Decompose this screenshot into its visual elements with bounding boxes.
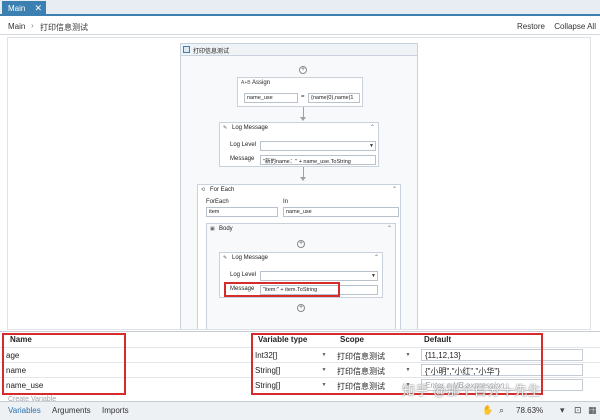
workflow-canvas[interactable]: 打印信息测试 + A+B Assign name_use = {name(0),… (7, 37, 591, 330)
pan-hand-icon[interactable]: ✋ (482, 405, 493, 416)
highlight-box (224, 282, 340, 297)
breadcrumb-item-current[interactable]: 打印信息测试 (40, 22, 88, 33)
collapse-icon[interactable]: ⌃ (370, 124, 375, 131)
assign-icon: A+B (241, 80, 251, 86)
body-log-message-header: ✎ Log Message ⌃ (220, 253, 382, 265)
assign-header: A+B Assign (238, 78, 362, 90)
log-message-header: ✎ Log Message ⌃ (220, 123, 378, 135)
sequence-activity[interactable]: 打印信息测试 + A+B Assign name_use = {name(0),… (180, 43, 418, 329)
assign-to-field[interactable]: name_use (244, 93, 298, 103)
assign-activity[interactable]: A+B Assign name_use = {name(0),name(1 (237, 77, 363, 107)
chevron-down-icon: ▼ (369, 143, 374, 149)
foreach-in-field[interactable]: name_use (283, 207, 399, 217)
tab-imports[interactable]: Imports (102, 406, 129, 415)
sequence-header: 打印信息测试 (181, 44, 417, 56)
foreach-item-field[interactable]: item (206, 207, 278, 217)
chevron-down-icon[interactable]: ▾ (560, 405, 565, 416)
connector-arrow-icon (300, 117, 306, 121)
assign-equals-sign: = (301, 94, 305, 100)
body-log-message-title: Log Message (232, 255, 269, 261)
add-activity-plus-icon[interactable]: + (299, 66, 307, 74)
assign-title: Assign (252, 80, 271, 86)
log-level-label: Log Level (230, 272, 257, 278)
for-each-activity[interactable]: ⟲ For Each ⌃ ForEach item In name_use ▣ … (197, 184, 401, 329)
body-header: ▣ Body ⌃ (207, 224, 395, 236)
log-icon: ✎ (223, 125, 228, 131)
body-title: Body (219, 226, 233, 232)
in-label: In (283, 199, 289, 205)
foreach-label: ForEach (206, 199, 229, 205)
log-level-select[interactable]: ▼ (260, 141, 376, 151)
document-tab-strip: Main ✕ (0, 0, 600, 16)
message-field[interactable]: "新的name：" + name_use.ToString (260, 155, 376, 165)
watermark-text: 知乎 @那个百分十先生 (402, 383, 542, 398)
bottom-tab-bar: Variables Arguments Imports ✋ ⌕ 78.63% ▾… (0, 401, 600, 420)
collapse-icon[interactable]: ⌃ (392, 186, 397, 193)
sequence-title: 打印信息测试 (193, 49, 230, 55)
breadcrumb: Main › 打印信息测试 Restore Collapse All (0, 18, 600, 35)
restore-button[interactable]: Restore (517, 22, 545, 31)
assign-value-field[interactable]: {name(0),name(1 (308, 93, 360, 103)
add-activity-plus-icon[interactable]: + (297, 240, 305, 248)
tab-variables[interactable]: Variables (8, 406, 41, 415)
collapse-icon[interactable]: ⌃ (374, 254, 379, 261)
tab-main[interactable]: Main ✕ (2, 1, 46, 16)
highlight-box-names (2, 333, 126, 395)
log-message-activity[interactable]: ✎ Log Message ⌃ Log Level ▼ Message "新的n… (219, 122, 379, 167)
collapse-all-button[interactable]: Collapse All (554, 22, 596, 31)
breadcrumb-item-main[interactable]: Main (8, 22, 25, 31)
sequence-icon: ▣ (210, 226, 215, 232)
log-icon: ✎ (223, 255, 228, 261)
fit-to-screen-icon[interactable]: ⊡ (574, 405, 582, 416)
zoom-magnifier-icon[interactable]: ⌕ (499, 405, 504, 416)
overview-icon[interactable]: ▦ (588, 405, 597, 416)
chevron-down-icon: ▼ (371, 273, 376, 279)
chevron-right-icon: › (31, 21, 34, 30)
tab-main-label: Main (8, 4, 26, 13)
log-level-select[interactable]: ▼ (260, 271, 378, 281)
message-label: Message (230, 156, 255, 162)
for-each-header: ⟲ For Each ⌃ (198, 185, 400, 197)
for-each-title: For Each (210, 187, 235, 193)
add-activity-plus-icon[interactable]: + (297, 304, 305, 312)
zoom-level[interactable]: 78.63% (516, 406, 543, 415)
log-level-label: Log Level (230, 142, 257, 148)
close-icon[interactable]: ✕ (34, 3, 42, 14)
sequence-icon (183, 46, 190, 53)
connector-arrow-icon (300, 177, 306, 181)
loop-icon: ⟲ (201, 187, 206, 193)
body-sequence[interactable]: ▣ Body ⌃ + ✎ Log Message ⌃ Log Level ▼ M… (206, 223, 396, 329)
collapse-icon[interactable]: ⌃ (387, 225, 392, 232)
tab-arguments[interactable]: Arguments (52, 406, 91, 415)
body-log-message-activity[interactable]: ✎ Log Message ⌃ Log Level ▼ Message "ite… (219, 252, 383, 298)
log-message-title: Log Message (232, 125, 269, 131)
